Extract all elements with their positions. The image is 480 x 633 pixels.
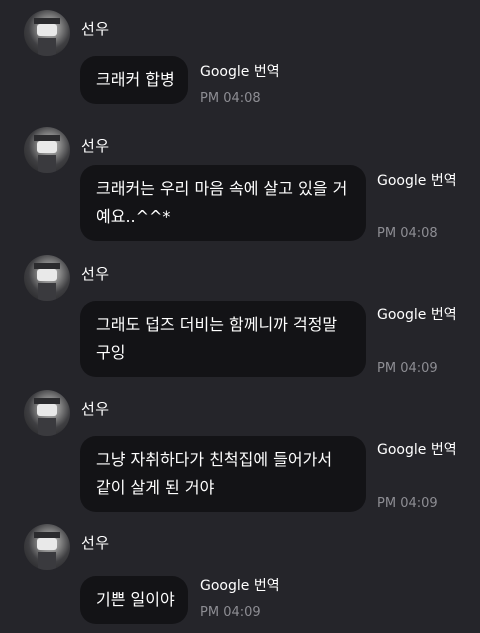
message-bubble: 기쁜 일이야 — [80, 576, 188, 624]
timestamp: PM 04:09 — [200, 605, 261, 620]
message-text: 구잉 — [96, 343, 126, 362]
message-text: 크래커는 우리 마음 속에 살고 있을 거 — [96, 179, 348, 198]
avatar[interactable] — [24, 10, 70, 56]
google-translate-link[interactable]: Google 번역 — [377, 170, 457, 190]
sender-name: 선우 — [81, 137, 110, 155]
message-text: 기쁜 일이야 — [96, 590, 175, 609]
message-text: 그래도 덥즈 더비는 함께니까 걱정말 — [96, 315, 338, 334]
avatar[interactable] — [24, 390, 70, 436]
sender-name: 선우 — [81, 265, 110, 283]
message-text: 그냥 자취하다가 친척집에 들어가서 — [96, 450, 333, 469]
message-bubble: 그냥 자취하다가 친척집에 들어가서 같이 살게 된 거야 — [80, 436, 366, 512]
google-translate-link[interactable]: Google 번역 — [200, 61, 280, 81]
avatar[interactable] — [24, 255, 70, 301]
timestamp: PM 04:08 — [200, 91, 261, 106]
sender-name: 선우 — [81, 20, 110, 38]
avatar[interactable] — [24, 524, 70, 570]
timestamp: PM 04:08 — [377, 226, 438, 241]
message-text: 같이 살게 된 거야 — [96, 478, 215, 497]
message-text: 크래커 합병 — [96, 70, 175, 89]
message-text: 예요..^^* — [96, 207, 171, 226]
timestamp: PM 04:09 — [377, 496, 438, 511]
sender-name: 선우 — [81, 534, 110, 552]
sender-name: 선우 — [81, 400, 110, 418]
message-bubble: 그래도 덥즈 더비는 함께니까 걱정말 구잉 — [80, 301, 366, 377]
google-translate-link[interactable]: Google 번역 — [377, 304, 457, 324]
message-bubble: 크래커 합병 — [80, 56, 188, 104]
avatar[interactable] — [24, 127, 70, 173]
timestamp: PM 04:09 — [377, 361, 438, 376]
google-translate-link[interactable]: Google 번역 — [377, 439, 457, 459]
google-translate-link[interactable]: Google 번역 — [200, 575, 280, 595]
message-bubble: 크래커는 우리 마음 속에 살고 있을 거 예요..^^* — [80, 165, 366, 241]
